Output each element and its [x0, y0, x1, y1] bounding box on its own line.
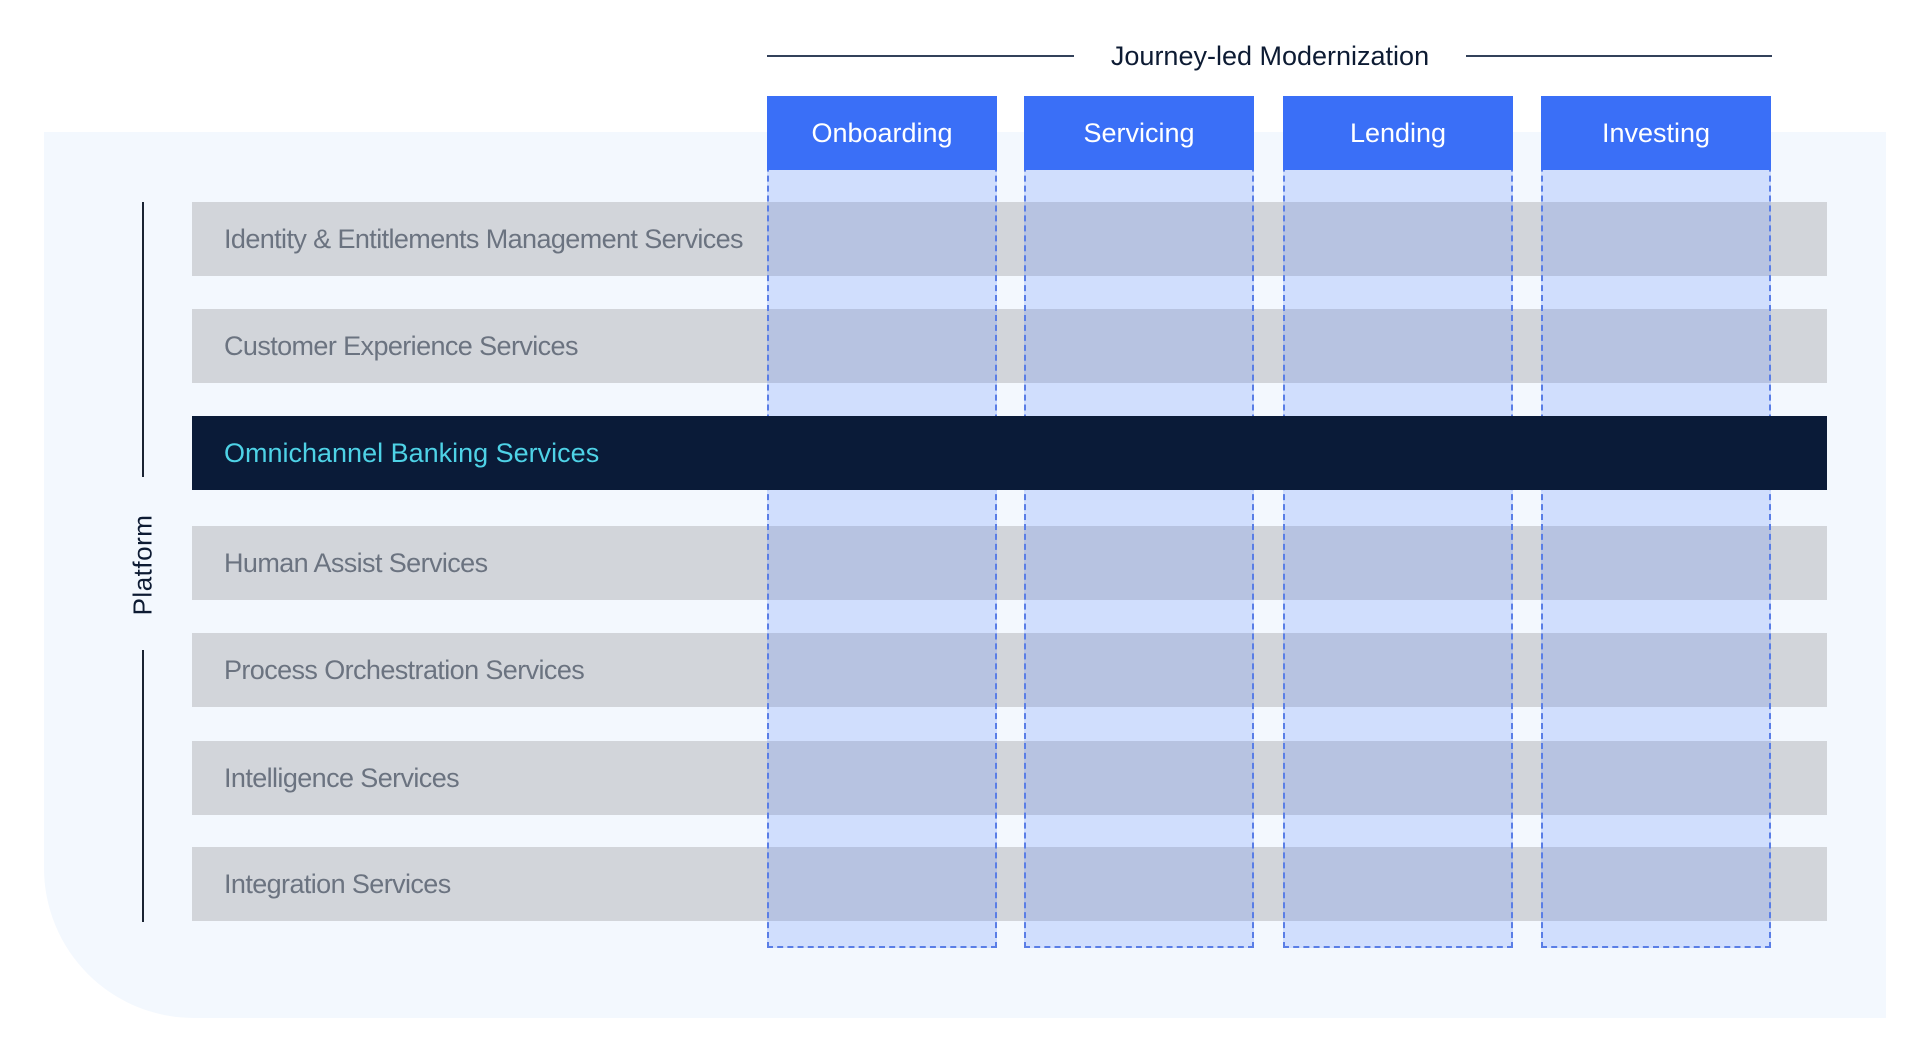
- service-label: Integration Services: [224, 869, 451, 899]
- platform-axis-label: Platform: [127, 514, 158, 616]
- service-label: Identity & Entitlements Management Servi…: [224, 224, 744, 254]
- journey-column-servicing: [1024, 96, 1254, 948]
- platform-axis-line-top: [142, 202, 144, 477]
- service-label: Intelligence Services: [224, 763, 460, 793]
- journey-header-lending: Lending: [1283, 96, 1513, 170]
- journey-title: Journey-led Modernization: [1110, 41, 1430, 71]
- journey-header-onboarding: Onboarding: [767, 96, 997, 170]
- service-row-omnichannel-banking: Omnichannel Banking Services: [192, 416, 1827, 490]
- service-label: Customer Experience Services: [224, 331, 578, 361]
- journey-header-servicing: Servicing: [1024, 96, 1254, 170]
- diagram-canvas: Journey-led Modernization Identity & Ent…: [0, 0, 1920, 1053]
- journey-column-onboarding: [767, 96, 997, 948]
- service-label: Omnichannel Banking Services: [224, 438, 600, 468]
- service-label: Process Orchestration Services: [224, 655, 585, 685]
- journey-header-investing: Investing: [1541, 96, 1771, 170]
- journey-title-rule-left: [767, 55, 1074, 57]
- service-label: Human Assist Services: [224, 548, 488, 578]
- platform-axis-line-bottom: [142, 650, 144, 922]
- journey-column-lending: [1283, 96, 1513, 948]
- journey-title-rule-right: [1466, 55, 1772, 57]
- journey-column-investing: [1541, 96, 1771, 948]
